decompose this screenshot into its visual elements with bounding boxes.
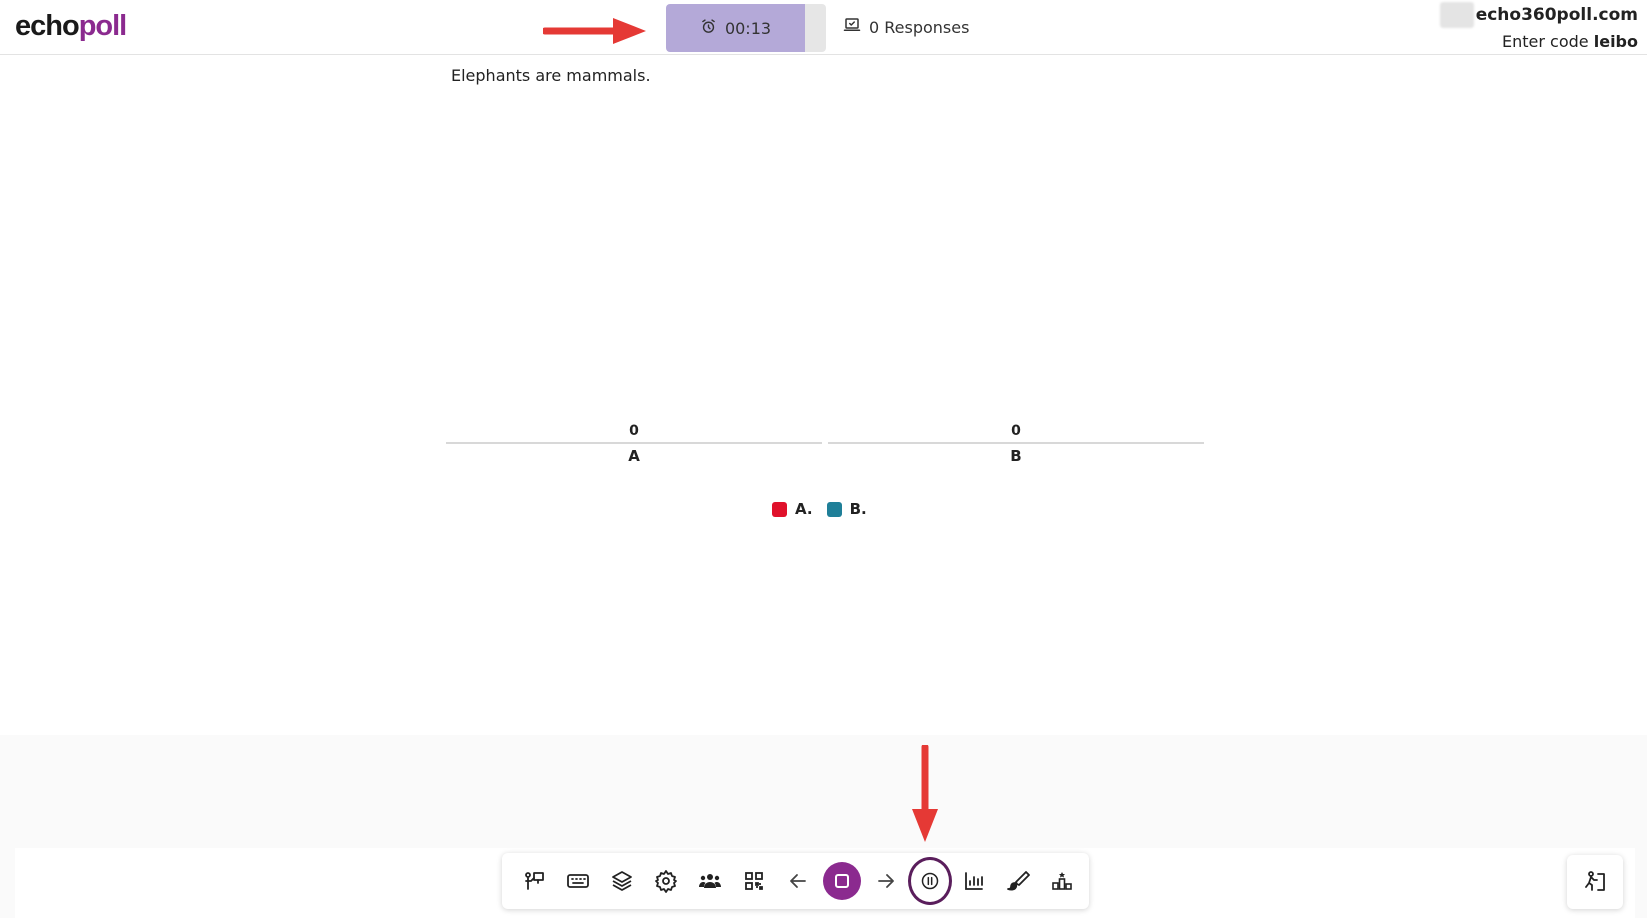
previous-question-button[interactable]: [776, 859, 820, 903]
legend-label: A.: [795, 500, 813, 518]
presentation-toolbar: [502, 853, 1089, 909]
host-url-line: echo360poll.com: [1439, 2, 1638, 28]
pause-ring: [908, 857, 952, 905]
legend-item[interactable]: A.: [772, 500, 813, 518]
join-code-prefix: Enter code: [1502, 32, 1589, 51]
stop-icon: [823, 862, 861, 900]
leaderboard-button[interactable]: [1040, 859, 1084, 903]
blurred-region: [1439, 2, 1474, 28]
legend-label: B.: [849, 500, 867, 518]
results-chart: 0 A 0 B: [446, 420, 1204, 480]
next-question-button[interactable]: [864, 859, 908, 903]
bar-mark: [828, 442, 1204, 444]
show-results-button[interactable]: [952, 859, 996, 903]
annotate-button[interactable]: [996, 859, 1040, 903]
join-info: echo360poll.com Enter code leibo: [1439, 2, 1638, 51]
annotation-arrow-down-icon: [912, 745, 938, 842]
bar-mark: [446, 442, 822, 444]
participants-button[interactable]: [688, 859, 732, 903]
join-code-line: Enter code leibo: [1440, 32, 1638, 51]
presenter-view-button[interactable]: [512, 859, 556, 903]
timer-progress-fill: 00:13: [666, 4, 805, 52]
brush-icon: [1007, 871, 1030, 891]
participants-icon: [699, 874, 721, 888]
category-tick-label: B: [1010, 447, 1022, 465]
settings-icon: [655, 870, 677, 893]
pause-icon: [921, 872, 939, 890]
exit-presentation-icon: [1585, 871, 1605, 891]
qr-code-icon: [745, 872, 763, 890]
next-arrow-icon: [878, 874, 894, 888]
question-text: Elephants are mammals.: [451, 66, 651, 85]
keyboard-shortcuts-button[interactable]: [556, 859, 600, 903]
stop-poll-button[interactable]: [820, 859, 864, 903]
timer-button[interactable]: 00:13: [666, 4, 826, 52]
host-url: echo360poll.com: [1475, 5, 1638, 25]
top-header: echopoll 00:13 0 Responses echo360poll.c…: [0, 0, 1647, 55]
layers-button[interactable]: [600, 859, 644, 903]
join-code-value: leibo: [1593, 32, 1638, 51]
timer-value: 00:13: [724, 18, 772, 38]
chart-category: 0 A: [446, 420, 822, 465]
logo-echo-text: echo: [15, 10, 80, 42]
chart-legend: A. B.: [772, 500, 867, 518]
bar-chart-icon: [965, 872, 983, 890]
timer-remaining-track: [805, 4, 826, 52]
exit-presentation-button[interactable]: [1567, 855, 1623, 909]
responses-count-text: 0 Responses: [869, 17, 970, 37]
responses-counter[interactable]: 0 Responses: [843, 16, 969, 38]
logo-poll-text: poll: [78, 10, 128, 42]
presenter-icon: [525, 872, 544, 890]
layers-icon: [612, 871, 632, 891]
leaderboard-icon: [1052, 872, 1072, 890]
category-tick-label: A: [628, 447, 640, 465]
keyboard-icon: [567, 874, 589, 888]
echopoll-logo: echopoll: [15, 6, 128, 46]
chart-category: 0 B: [828, 420, 1204, 465]
responses-tray-icon: [843, 16, 861, 38]
pause-poll-button[interactable]: [908, 857, 952, 905]
annotation-arrow-right-icon: [543, 18, 646, 44]
legend-swatch: [772, 501, 787, 517]
legend-item[interactable]: B.: [826, 500, 867, 518]
settings-button[interactable]: [644, 859, 688, 903]
bar-value-label: 0: [629, 423, 639, 439]
alarm-clock-icon: [700, 18, 717, 39]
qr-code-button[interactable]: [732, 859, 776, 903]
bar-value-label: 0: [1011, 423, 1021, 439]
previous-arrow-icon: [790, 874, 806, 888]
legend-swatch: [826, 501, 842, 517]
